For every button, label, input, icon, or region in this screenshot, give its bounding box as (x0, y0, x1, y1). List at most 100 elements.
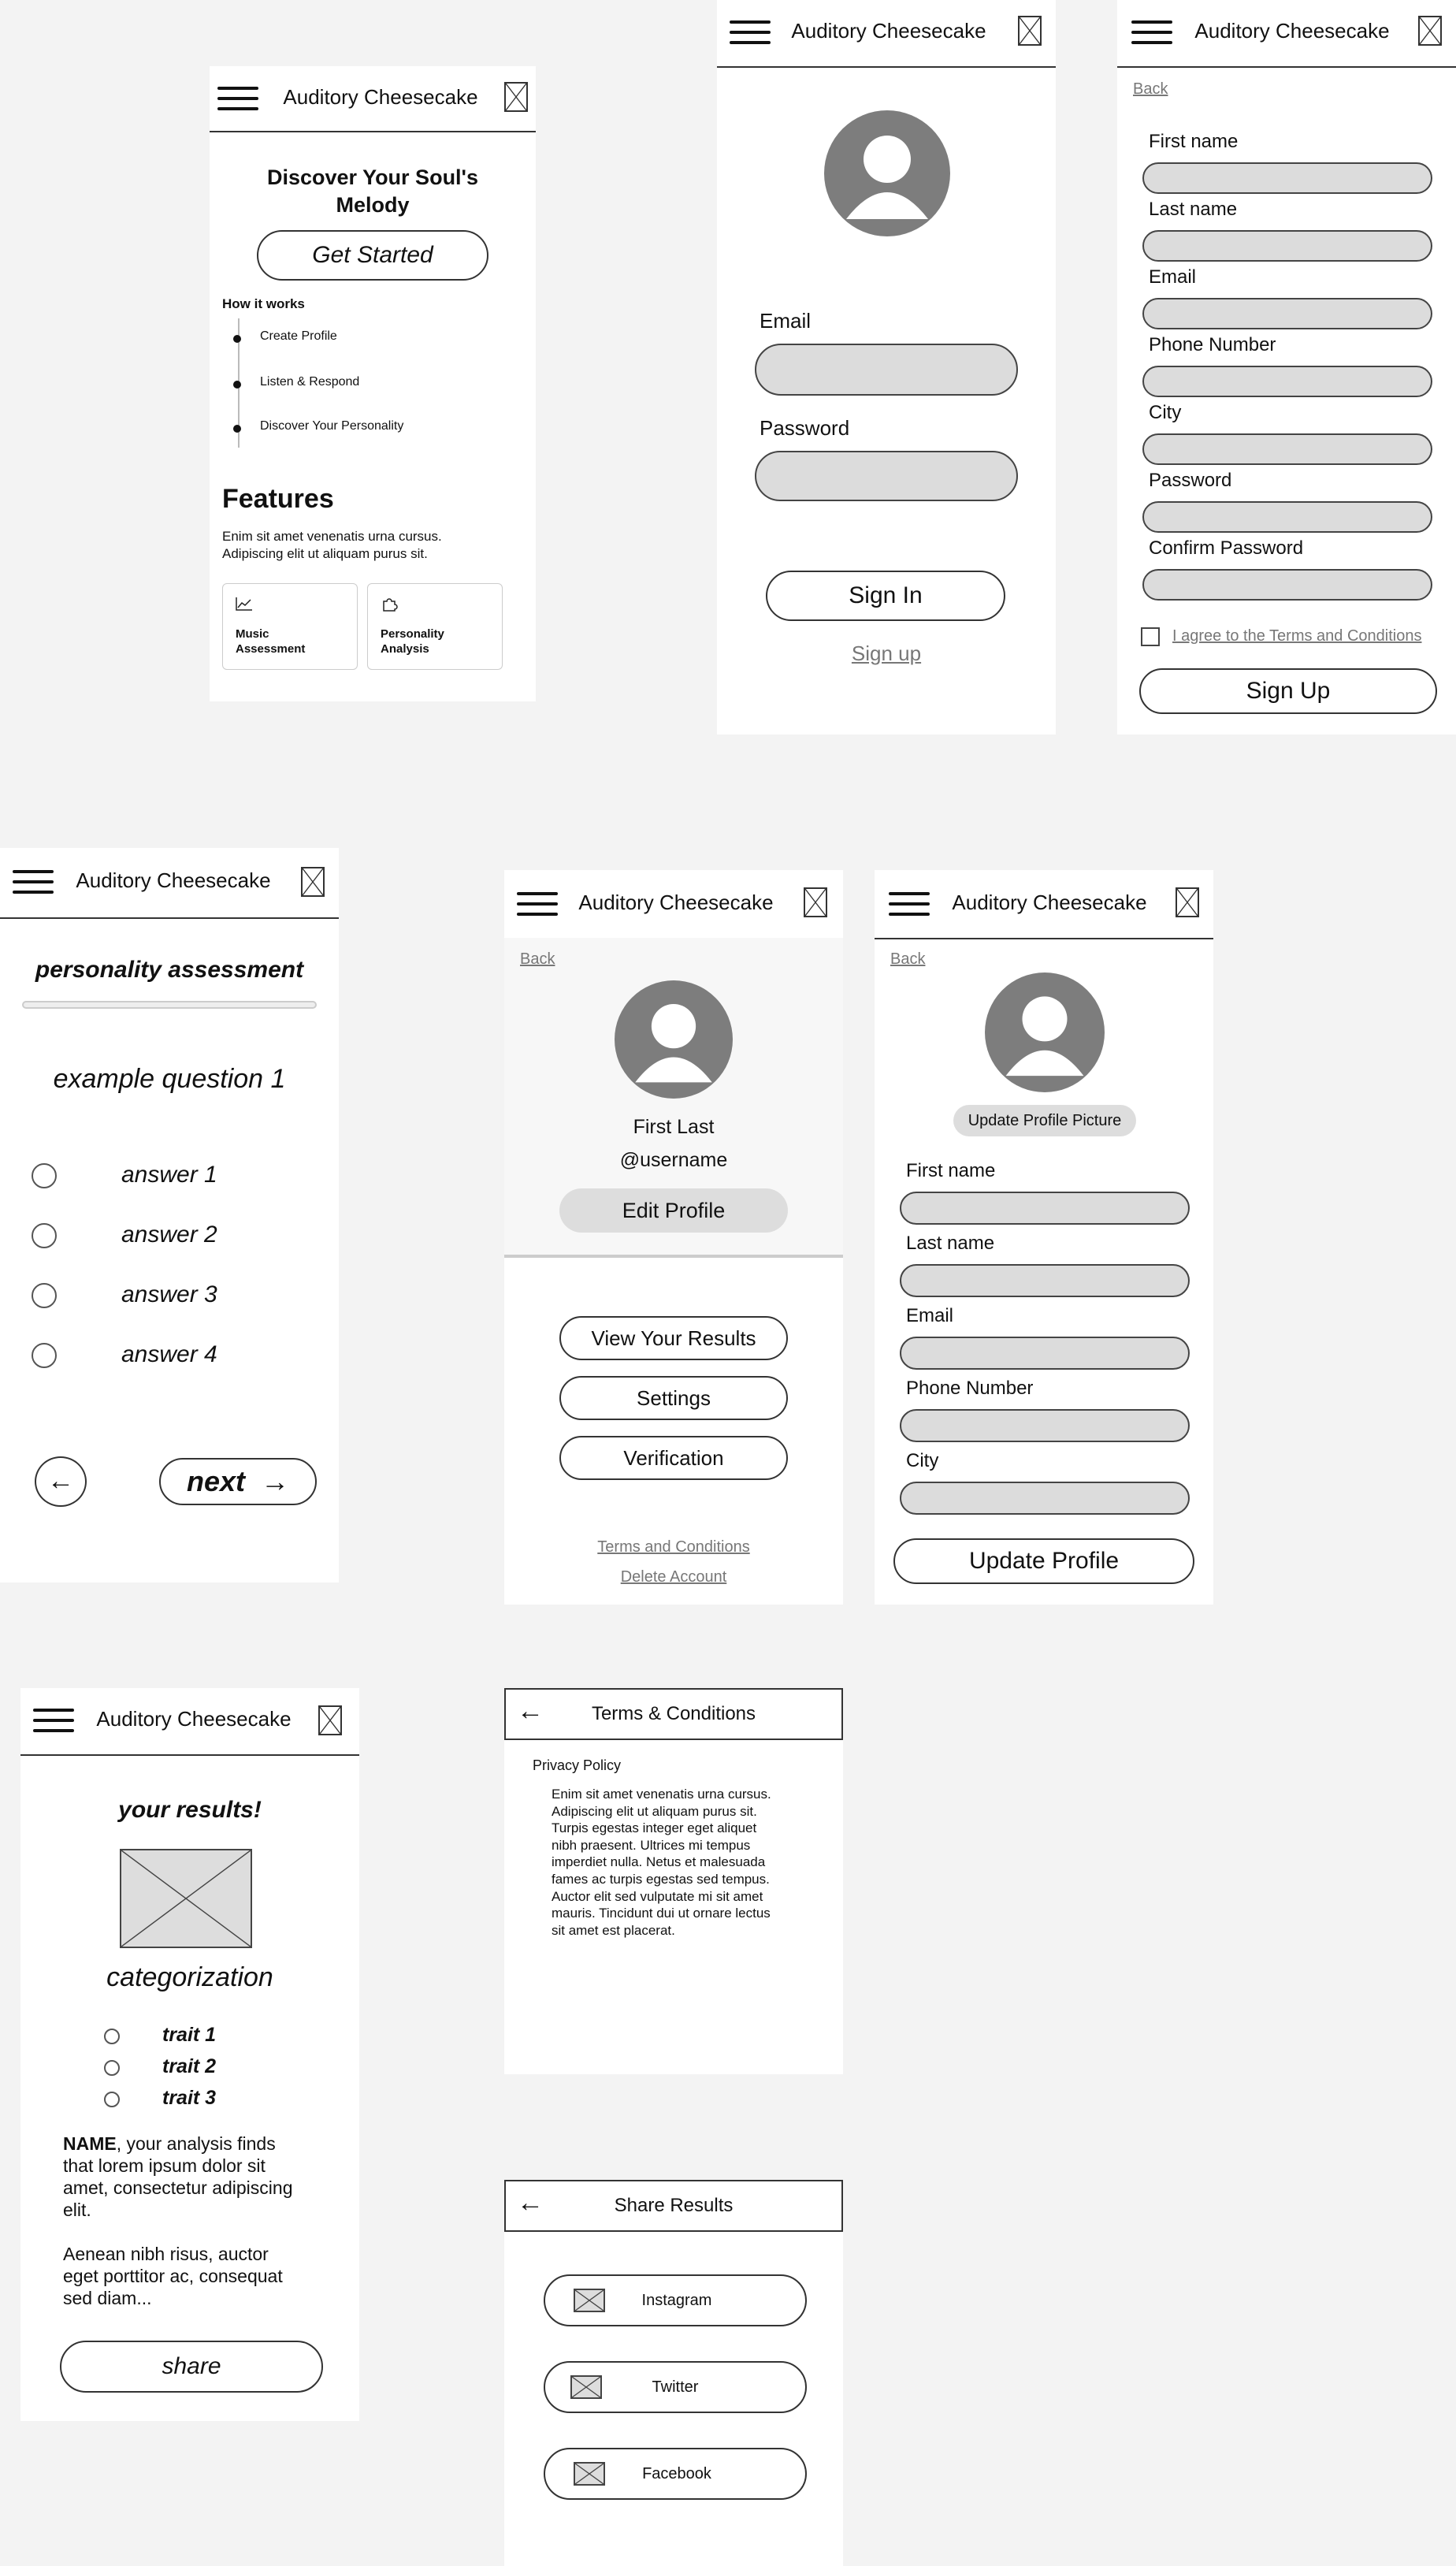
radio-button[interactable] (32, 1223, 57, 1248)
body-line: Adipiscing elit ut aliquam purus sit. (552, 1803, 757, 1819)
share-instagram-button[interactable]: Instagram (544, 2274, 807, 2326)
profile-username: @username (619, 1149, 728, 1171)
confirm-password-field[interactable] (1142, 569, 1432, 601)
last-name-label: Last name (906, 1233, 995, 1254)
answer-label: answer 1 (121, 1162, 217, 1188)
trait-item: trait 2 (104, 2055, 262, 2077)
update-picture-label: Update Profile Picture (968, 1112, 1122, 1129)
update-picture-button[interactable]: Update Profile Picture (953, 1105, 1136, 1136)
app-title: Auditory Cheesecake (76, 868, 271, 892)
features-line: Enim sit amet venenatis urna cursus. (222, 529, 442, 544)
arrow-left-icon: ← (47, 1466, 74, 1496)
previous-question-button[interactable]: ← (35, 1456, 87, 1507)
card-title: Analysis (381, 642, 429, 656)
terms-screen: ← Terms & Conditions Privacy Policy Enim… (504, 1688, 843, 2074)
phone-label: Phone Number (1149, 334, 1276, 355)
email-label: Email (1149, 266, 1197, 288)
trait-bullet-icon (104, 2060, 120, 2076)
body-line: Turpis egestas integer eget aliquet (552, 1820, 757, 1836)
results-title: your results! (118, 1797, 262, 1823)
first-name-field[interactable] (900, 1192, 1190, 1225)
card-title: Assessment (236, 642, 306, 656)
app-header: Auditory Cheesecake (717, 0, 1056, 68)
paragraph-line: eget porttitor ac, consequat (63, 2266, 283, 2286)
view-results-label: View Your Results (591, 1326, 756, 1350)
body-line: nibh praesent. Ultrices mi tempus (552, 1837, 751, 1853)
terms-header: ← Terms & Conditions (504, 1688, 843, 1740)
email-label: Email (906, 1305, 954, 1326)
edit-profile-button[interactable]: Edit Profile (559, 1188, 788, 1233)
app-title: Auditory Cheesecake (96, 1707, 292, 1731)
last-name-label: Last name (1149, 199, 1238, 220)
share-facebook-button[interactable]: Facebook (544, 2448, 807, 2500)
answer-option[interactable]: answer 2 (32, 1222, 315, 1248)
step-item: Discover Your Personality (233, 419, 403, 437)
city-field[interactable] (1142, 433, 1432, 465)
password-field[interactable] (1142, 501, 1432, 533)
arrow-right-icon: → (261, 1465, 290, 1497)
answer-option[interactable]: answer 3 (32, 1281, 315, 1308)
get-started-button[interactable]: Get Started (257, 230, 488, 281)
back-link[interactable]: Back (1133, 80, 1168, 99)
paragraph-line: Aenean nibh risus, auctor (63, 2244, 269, 2264)
last-name-field[interactable] (900, 1264, 1190, 1297)
radio-button[interactable] (32, 1283, 57, 1308)
phone-field[interactable] (1142, 366, 1432, 397)
last-name-field[interactable] (1142, 230, 1432, 262)
sign-up-label: Sign Up (1246, 678, 1331, 704)
category-title: categorization (106, 1962, 273, 1992)
city-field[interactable] (900, 1482, 1190, 1515)
view-results-button[interactable]: View Your Results (559, 1316, 788, 1360)
email-field[interactable] (1142, 298, 1432, 329)
email-field[interactable] (755, 344, 1018, 396)
answer-option[interactable]: answer 1 (32, 1162, 315, 1188)
back-link[interactable]: Back (890, 950, 925, 969)
profile-name: First Last (633, 1116, 715, 1138)
feature-card-personality[interactable]: Personality Analysis (367, 583, 503, 670)
feature-card-music[interactable]: Music Assessment (222, 583, 358, 670)
share-title: Share Results (614, 2195, 734, 2216)
first-name-label: First name (906, 1160, 996, 1181)
features-description: Enim sit amet venenatis urna cursus. Adi… (222, 528, 442, 563)
terms-link[interactable]: Terms and Conditions (504, 1538, 843, 1556)
hero-line-2: Melody (336, 193, 410, 217)
image-placeholder-icon (1176, 887, 1199, 917)
question-text: example question 1 (53, 1064, 286, 1094)
sign-in-button[interactable]: Sign In (766, 571, 1005, 621)
step-label: Create Profile (260, 329, 337, 343)
city-label: City (1149, 402, 1182, 423)
share-button-label: Instagram (641, 2292, 712, 2309)
share-button[interactable]: share (60, 2341, 323, 2393)
radio-button[interactable] (32, 1343, 57, 1368)
terms-title: Terms & Conditions (591, 1703, 756, 1724)
delete-account-link[interactable]: Delete Account (504, 1568, 843, 1586)
app-title: Auditory Cheesecake (1194, 19, 1390, 43)
paragraph-line: , your analysis finds (116, 2133, 276, 2154)
terms-agree-label[interactable]: I agree to the Terms and Conditions (1172, 627, 1421, 645)
trait-bullet-icon (104, 2092, 120, 2107)
app-title: Auditory Cheesecake (952, 891, 1147, 914)
update-profile-button[interactable]: Update Profile (893, 1538, 1194, 1584)
sign-up-link[interactable]: Sign up (717, 642, 1056, 666)
answer-option[interactable]: answer 4 (32, 1341, 315, 1368)
get-started-label: Get Started (312, 242, 433, 268)
share-button-label: Facebook (642, 2465, 711, 2482)
settings-button[interactable]: Settings (559, 1376, 788, 1420)
back-link[interactable]: Back (520, 950, 555, 969)
sign-up-button[interactable]: Sign Up (1139, 668, 1437, 714)
assessment-screen: Auditory Cheesecake personality assessme… (0, 848, 339, 1582)
share-twitter-button[interactable]: Twitter (544, 2361, 807, 2413)
terms-checkbox[interactable] (1141, 627, 1160, 646)
progress-bar (22, 1001, 317, 1009)
body-line: mauris. Tincidunt dui ut ornare lectus (552, 1906, 771, 1921)
email-field[interactable] (900, 1337, 1190, 1370)
radio-button[interactable] (32, 1163, 57, 1188)
first-name-field[interactable] (1142, 162, 1432, 194)
next-question-button[interactable]: next → (159, 1458, 317, 1505)
landing-screen: Auditory Cheesecake Discover Your Soul's… (210, 66, 536, 701)
answer-label: answer 2 (121, 1222, 217, 1248)
verification-button[interactable]: Verification (559, 1436, 788, 1480)
card-title: Music (236, 627, 269, 641)
phone-field[interactable] (900, 1409, 1190, 1442)
password-field[interactable] (755, 451, 1018, 501)
